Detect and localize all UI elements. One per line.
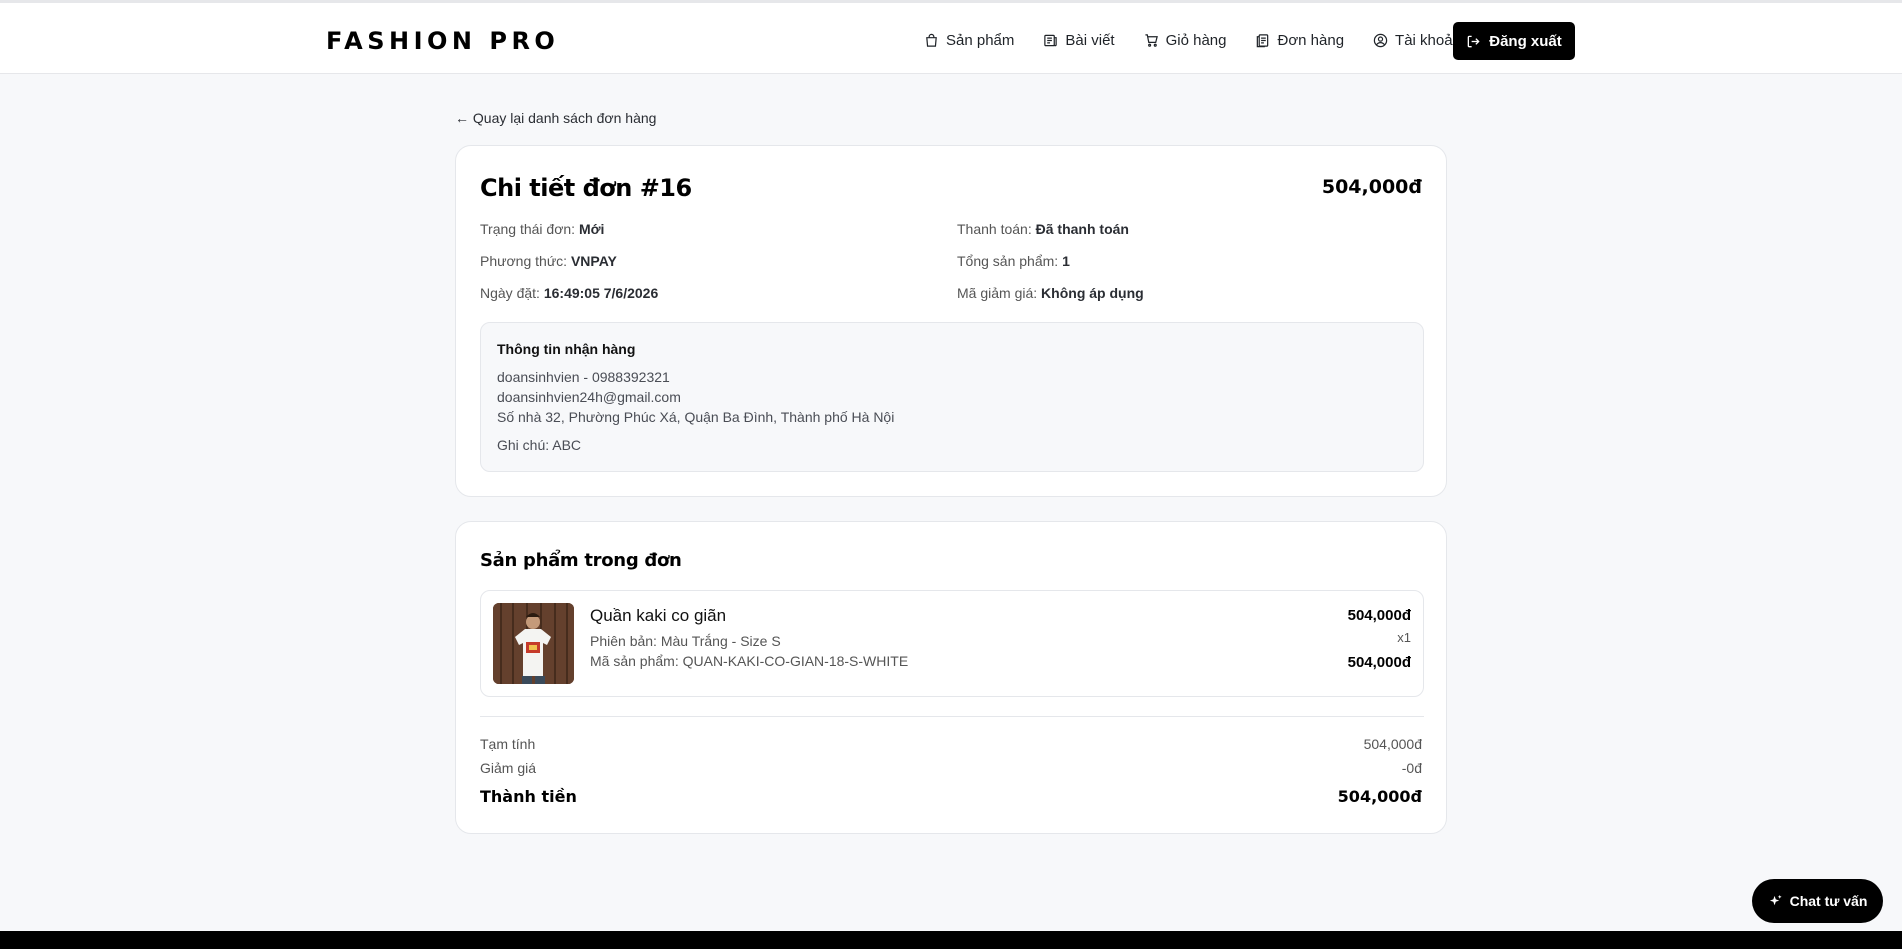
discount-label: Giảm giá — [480, 760, 537, 776]
items-count-label: Tổng sản phẩm: — [957, 253, 1059, 269]
payment-method-value: VNPAY — [570, 253, 617, 269]
shipping-name-phone: doansinhvien - 0988392321 — [497, 369, 670, 385]
nav-item-orders[interactable]: Đơn hàng — [1255, 32, 1344, 49]
shipping-address: Số nhà 32, Phường Phúc Xá, Quận Ba Đình,… — [497, 409, 895, 425]
subtotal-value: 504,000đ — [1363, 736, 1422, 752]
grand-total-label: Thành tiền — [480, 787, 577, 806]
back-to-orders-link[interactable]: ← Quay lại danh sách đơn hàng — [455, 110, 656, 126]
grand-total-value: 504,000đ — [1337, 787, 1422, 806]
nav-label: Tài khoản — [1395, 31, 1461, 49]
user-icon — [1373, 33, 1388, 47]
payment-method: Phương thức: VNPAY — [480, 253, 617, 269]
subtotal-label: Tạm tính — [480, 736, 536, 752]
order-status-label: Trạng thái đơn: — [480, 221, 576, 237]
nav-label: Bài viết — [1065, 31, 1115, 49]
nav-label: Sản phẩm — [946, 31, 1015, 49]
order-detail-card: Chi tiết đơn #16 504,000đ Trạng thái đơn… — [455, 145, 1447, 497]
bag-icon — [926, 33, 937, 47]
payment-status-value: Đã thanh toán — [1035, 221, 1129, 237]
items-count-value: 1 — [1062, 253, 1070, 269]
shipping-info-box: Thông tin nhận hàng doansinhvien - 09883… — [480, 322, 1424, 472]
payment-method-label: Phương thức: — [480, 253, 568, 269]
product-name[interactable]: Quần kaki co giãn — [590, 606, 726, 626]
discount-value: -0đ — [1401, 760, 1422, 776]
product-thumbnail[interactable] — [493, 603, 574, 684]
product-sku: Mã sản phẩm: QUAN-KAKI-CO-GIAN-18-S-WHIT… — [590, 653, 909, 669]
shipping-note: Ghi chú: ABC — [497, 437, 582, 453]
payment-status-label: Thanh toán: — [957, 221, 1032, 237]
logout-label: Đăng xuất — [1489, 32, 1562, 50]
nav-item-account[interactable]: Tài khoản — [1373, 32, 1461, 49]
coupon-code: Mã giảm giá: Không áp dụng — [957, 285, 1144, 301]
footer-bar — [0, 931, 1902, 949]
order-items-card: Sản phẩm trong đơn Quần kaki co giãn Phi… — [455, 521, 1447, 834]
coupon-code-label: Mã giảm giá: — [957, 285, 1038, 301]
order-title: Chi tiết đơn #16 — [480, 174, 692, 202]
order-date-value: 16:49:05 7/6/2026 — [543, 285, 659, 301]
shipping-title: Thông tin nhận hàng — [497, 341, 636, 357]
payment-status: Thanh toán: Đã thanh toán — [957, 221, 1129, 237]
logout-button[interactable]: Đăng xuất — [1453, 22, 1575, 60]
chat-support-label: Chat tư vấn — [1789, 893, 1868, 909]
main-nav: Sản phẩm Bài viết Giỏ hàng Đơn hàng Tài … — [924, 21, 1490, 59]
chat-support-button[interactable]: Chat tư vấn — [1752, 879, 1883, 923]
items-count: Tổng sản phẩm: 1 — [957, 253, 1070, 269]
coupon-code-value: Không áp dụng — [1041, 285, 1144, 301]
nav-label: Đơn hàng — [1277, 31, 1345, 49]
order-status: Trạng thái đơn: Mới — [480, 221, 604, 237]
order-date: Ngày đặt: 16:49:05 7/6/2026 — [480, 285, 658, 301]
cart-icon — [1145, 33, 1158, 47]
product-image — [493, 603, 574, 684]
product-price: 504,000đ — [1347, 607, 1411, 624]
newspaper-icon — [1044, 34, 1058, 46]
order-status-value: Mới — [578, 221, 605, 237]
product-variant: Phiên bản: Màu Trắng - Size S — [590, 633, 781, 649]
order-total: 504,000đ — [1321, 176, 1422, 198]
top-header: FASHION PRO Sản phẩm Bài viết Giỏ hàng Đ… — [0, 0, 1902, 74]
sparkle-icon — [1769, 894, 1782, 905]
shipping-email: doansinhvien24h@gmail.com — [497, 389, 681, 405]
summary-divider — [480, 716, 1424, 717]
nav-item-posts[interactable]: Bài viết — [1043, 31, 1115, 49]
order-date-label: Ngày đặt: — [480, 285, 540, 301]
product-quantity: x1 — [1397, 630, 1411, 645]
items-section-title: Sản phẩm trong đơn — [480, 550, 682, 571]
nav-item-products[interactable]: Sản phẩm — [924, 32, 1014, 49]
list-item[interactable]: Quần kaki co giãn Phiên bản: Màu Trắng -… — [480, 590, 1424, 697]
nav-label: Giỏ hàng — [1165, 31, 1227, 49]
orders-icon — [1257, 33, 1269, 47]
nav-item-cart[interactable]: Giỏ hàng — [1144, 31, 1227, 49]
brand-logo[interactable]: FASHION PRO — [326, 27, 559, 55]
logout-icon — [1467, 35, 1480, 47]
product-line-total: 504,000đ — [1347, 654, 1411, 671]
